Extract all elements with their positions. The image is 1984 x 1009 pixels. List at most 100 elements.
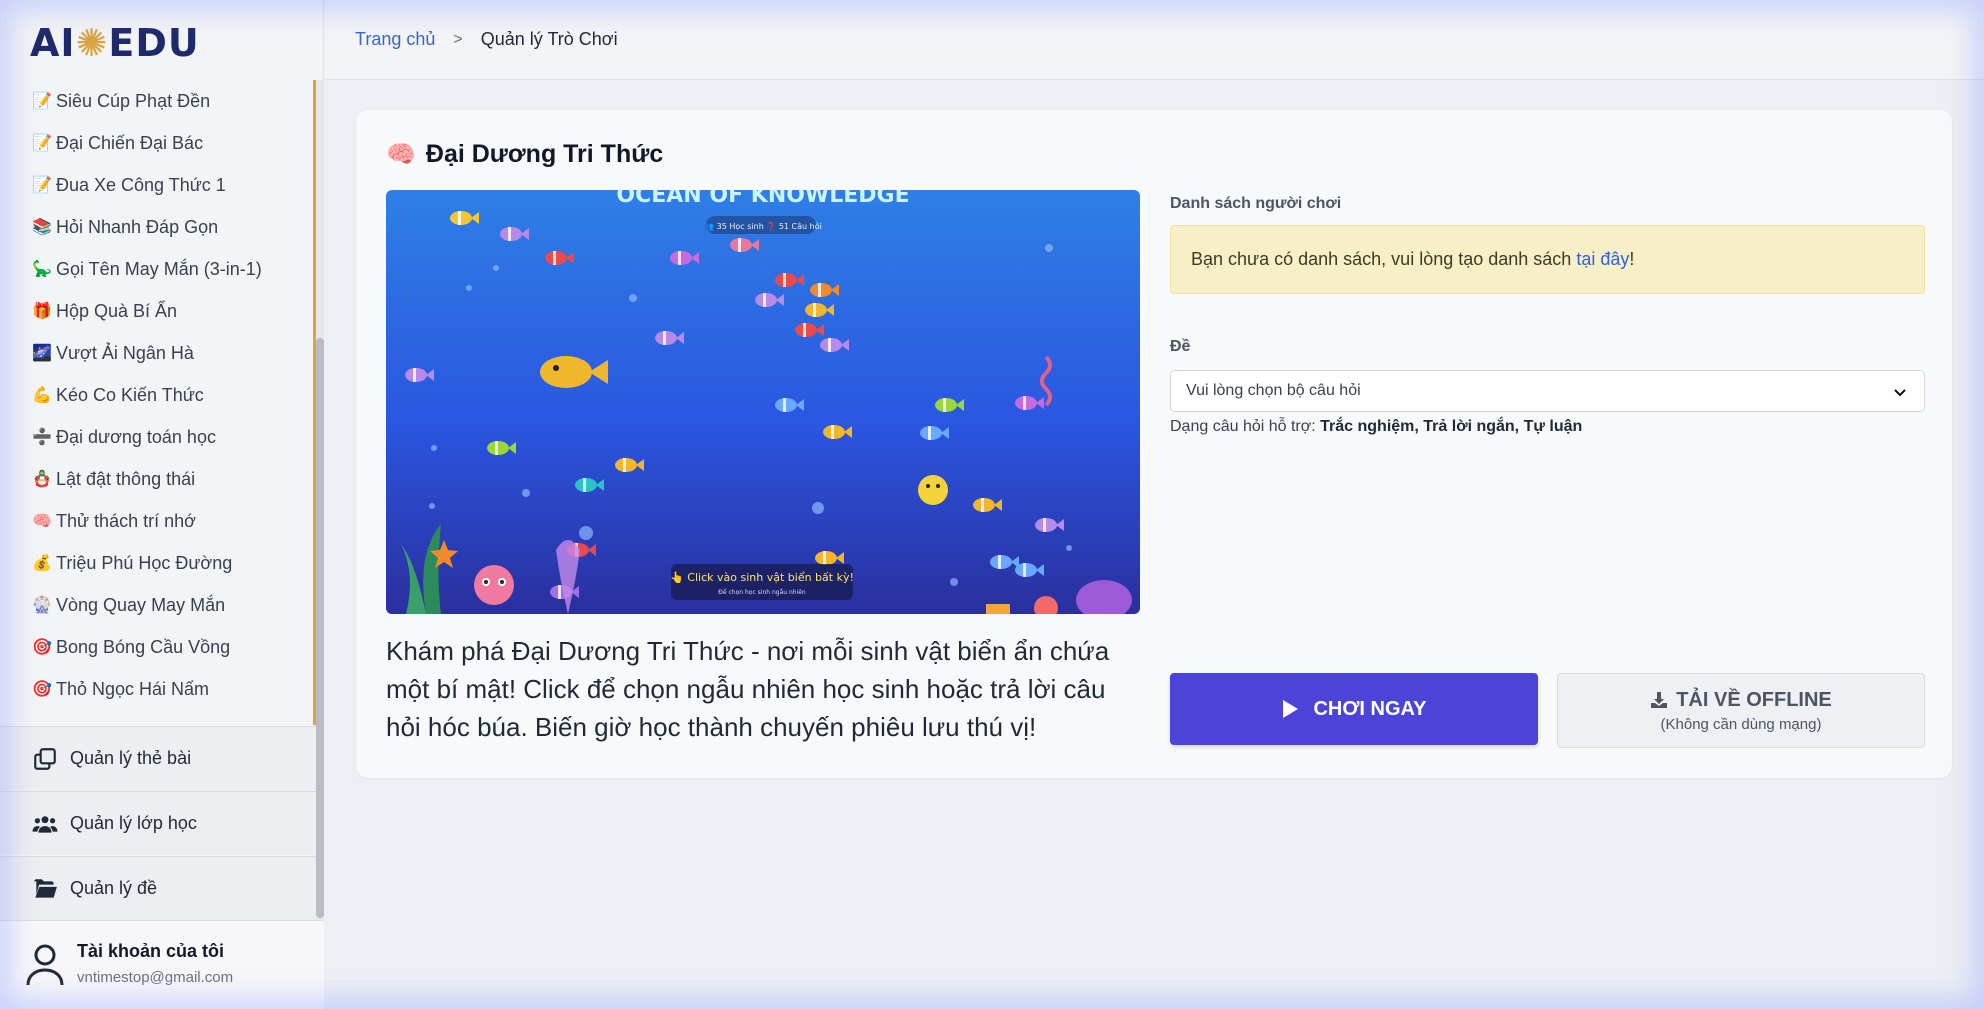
fish-stripe [763,293,766,307]
fish-stripe [998,555,1001,569]
game-list-item[interactable]: 🎡 Vòng Quay May Mắn [0,584,313,626]
fish-stripe [413,368,416,382]
fish-stripe [943,398,946,412]
game-icon: ➗ [32,429,52,446]
support-types: Trắc nghiệm, Trả lời ngắn, Tự luận [1320,418,1583,435]
download-offline-sub: (Không cần dùng mạng) [1660,715,1822,733]
breadcrumb: Trang chủ > Quản lý Trò Chơi [325,0,1984,80]
fish-stripe [813,303,816,317]
game-list-item[interactable]: ➗ Đại dương toán học [0,416,313,458]
fish-stripe [495,441,498,455]
game-list-item-label: Triệu Phú Học Đường [56,552,233,573]
game-list-item-label: Siêu Cúp Phạt Đền [56,90,211,111]
create-list-link[interactable]: tại đây [1576,249,1629,270]
fish-stripe [583,478,586,492]
play-now-label: CHƠI NGAY [1313,697,1427,720]
fish-stripe [458,211,461,225]
game-icon: 📝 [32,93,52,110]
sidebar-scrollbar-thumb[interactable] [316,338,324,918]
fish-stripe [1023,563,1026,577]
users-icon [32,815,58,833]
menu-item-cards-label: Quản lý thẻ bài [70,748,192,768]
logo-text-right: EDU [108,21,200,65]
game-list-item-label: Lật đật thông thái [56,468,196,489]
fish-stripe [558,585,561,599]
logo[interactable]: AI✺EDU [30,18,200,68]
preview-hint-text: 👆 Click vào sinh vật biển bất kỳ! [670,571,854,584]
ocean-scene: OCEAN OF KNOWLEDGE 👥 35 Học sinh ❓ 51 Câ… [386,190,1140,614]
download-icon [1651,692,1668,708]
user-avatar-icon [26,944,64,986]
menu-item-cards[interactable]: Quản lý thẻ bài [0,726,316,790]
game-list-item-label: Thử thách trí nhớ [56,510,196,531]
game-icon: 🎯 [32,639,52,656]
fish-stripe [508,227,511,241]
account-section[interactable]: Tài khoản của tôi vntimestop@gmail.com [0,920,324,1009]
exam-select-value: Vui lòng chọn bộ câu hỏi [1186,382,1361,399]
game-list-item[interactable]: 🎯 Thỏ Ngọc Hái Nấm [0,668,313,710]
game-list-item[interactable]: 💰 Triệu Phú Học Đường [0,542,313,584]
sidebar: AI✺EDU 📝 Siêu Cúp Phạt Đền 📝 Đại Chiến Đại … [0,0,324,1009]
game-list-item[interactable]: 📝 Siêu Cúp Phạt Đền [0,80,313,122]
download-offline-button[interactable]: TẢI VỀ OFFLINE (Không cần dùng mạng) [1557,673,1925,748]
game-list-item[interactable]: 🦕 Gọi Tên May Mắn (3-in-1) [0,248,313,290]
download-offline-label: TẢI VỀ OFFLINE [1676,688,1832,711]
game-list-item[interactable]: 📝 Đua Xe Công Thức 1 [0,164,313,206]
game-icon: 📝 [32,177,52,194]
game-list-item[interactable]: 🎯 Bong Bóng Cầu Vồng [0,626,313,668]
game-list-item[interactable]: 🧠 Thử thách trí nhớ [0,500,313,542]
fish-stripe [623,458,626,472]
game-list-item[interactable]: 📝 Đại Chiến Đại Bác [0,122,313,164]
brain-icon: 🧠 [386,141,416,168]
breadcrumb-home-link[interactable]: Trang chủ [355,29,435,50]
game-list-item-label: Kéo Co Kiến Thức [56,384,204,405]
game-list-item-label: Đua Xe Công Thức 1 [56,174,226,195]
fish-stripe [553,251,556,265]
game-list-item[interactable]: 🪆 Lật đật thông thái [0,458,313,500]
exam-label: Đề [1170,338,1191,355]
folder-icon [34,878,57,898]
game-list: 📝 Siêu Cúp Phạt Đền 📝 Đại Chiến Đại Bác 📝 Đua… [0,80,316,725]
game-preview-image: OCEAN OF KNOWLEDGE 👥 35 Học sinh ❓ 51 Câ… [386,190,1140,614]
play-now-button[interactable]: CHƠI NGAY [1170,673,1538,745]
question-types-support: Dạng câu hỏi hỗ trợ: Trắc nghiệm, Trả lờ… [1170,418,1582,436]
preview-hint-sub: Để chọn học sinh ngẫu nhiên [718,589,806,596]
players-label: Danh sách người chơi [1170,195,1342,212]
menu-item-exams[interactable]: Quản lý đề [0,856,316,920]
fish-stripe [981,498,984,512]
chevron-right-icon: > [453,30,463,48]
game-list-item[interactable]: 🎁 Hộp Quà Bí Ẩn [0,290,313,332]
fish-stripe [783,398,786,412]
game-list-item-label: Gọi Tên May Mắn (3-in-1) [56,258,262,279]
fish-stripe [663,331,666,345]
game-list-item-label: Thỏ Ngọc Hái Nấm [56,678,210,699]
game-icon: 📚 [32,219,52,236]
logo-text-left: AI [30,21,76,65]
game-icon: 🦕 [32,261,52,278]
game-title-text: Đại Dương Tri Thức [425,140,664,168]
game-icon: 📝 [32,135,52,152]
menu-item-classes[interactable]: Quản lý lớp học [0,791,316,855]
fish-stripe [803,323,806,337]
chevron-down-icon [1894,389,1906,397]
game-list-item[interactable]: 🌌 Vượt Ải Ngân Hà [0,332,313,374]
preview-stats-text: 👥 35 Học sinh ❓ 51 Câu hỏi [704,221,822,231]
game-icon: 💰 [32,555,52,572]
fish-stripe [783,273,786,287]
game-list-item[interactable]: 📚 Hỏi Nhanh Đáp Gọn [0,206,313,248]
exam-select[interactable]: Vui lòng chọn bộ câu hỏi [1170,370,1925,412]
play-icon [1283,700,1299,718]
logo-text: AI✺EDU [30,21,200,65]
fish-stripe [678,251,681,265]
game-list-item[interactable]: 💪 Kéo Co Kiến Thức [0,374,313,416]
fish-stripe [738,238,741,252]
fish-stripe [928,426,931,440]
account-title: Tài khoản của tôi [77,941,225,961]
account-email: vntimestop@gmail.com [77,969,234,986]
game-list-item-label: Hộp Quà Bí Ẩn [56,300,178,321]
fish-stripe [831,425,834,439]
game-card: 🧠 Đại Dương Tri Thức OCEAN OF KNOWLEDGE … [356,110,1952,778]
game-icon: 🌌 [32,345,52,362]
game-icon: 🪆 [32,471,52,488]
menu-item-classes-label: Quản lý lớp học [70,813,197,833]
